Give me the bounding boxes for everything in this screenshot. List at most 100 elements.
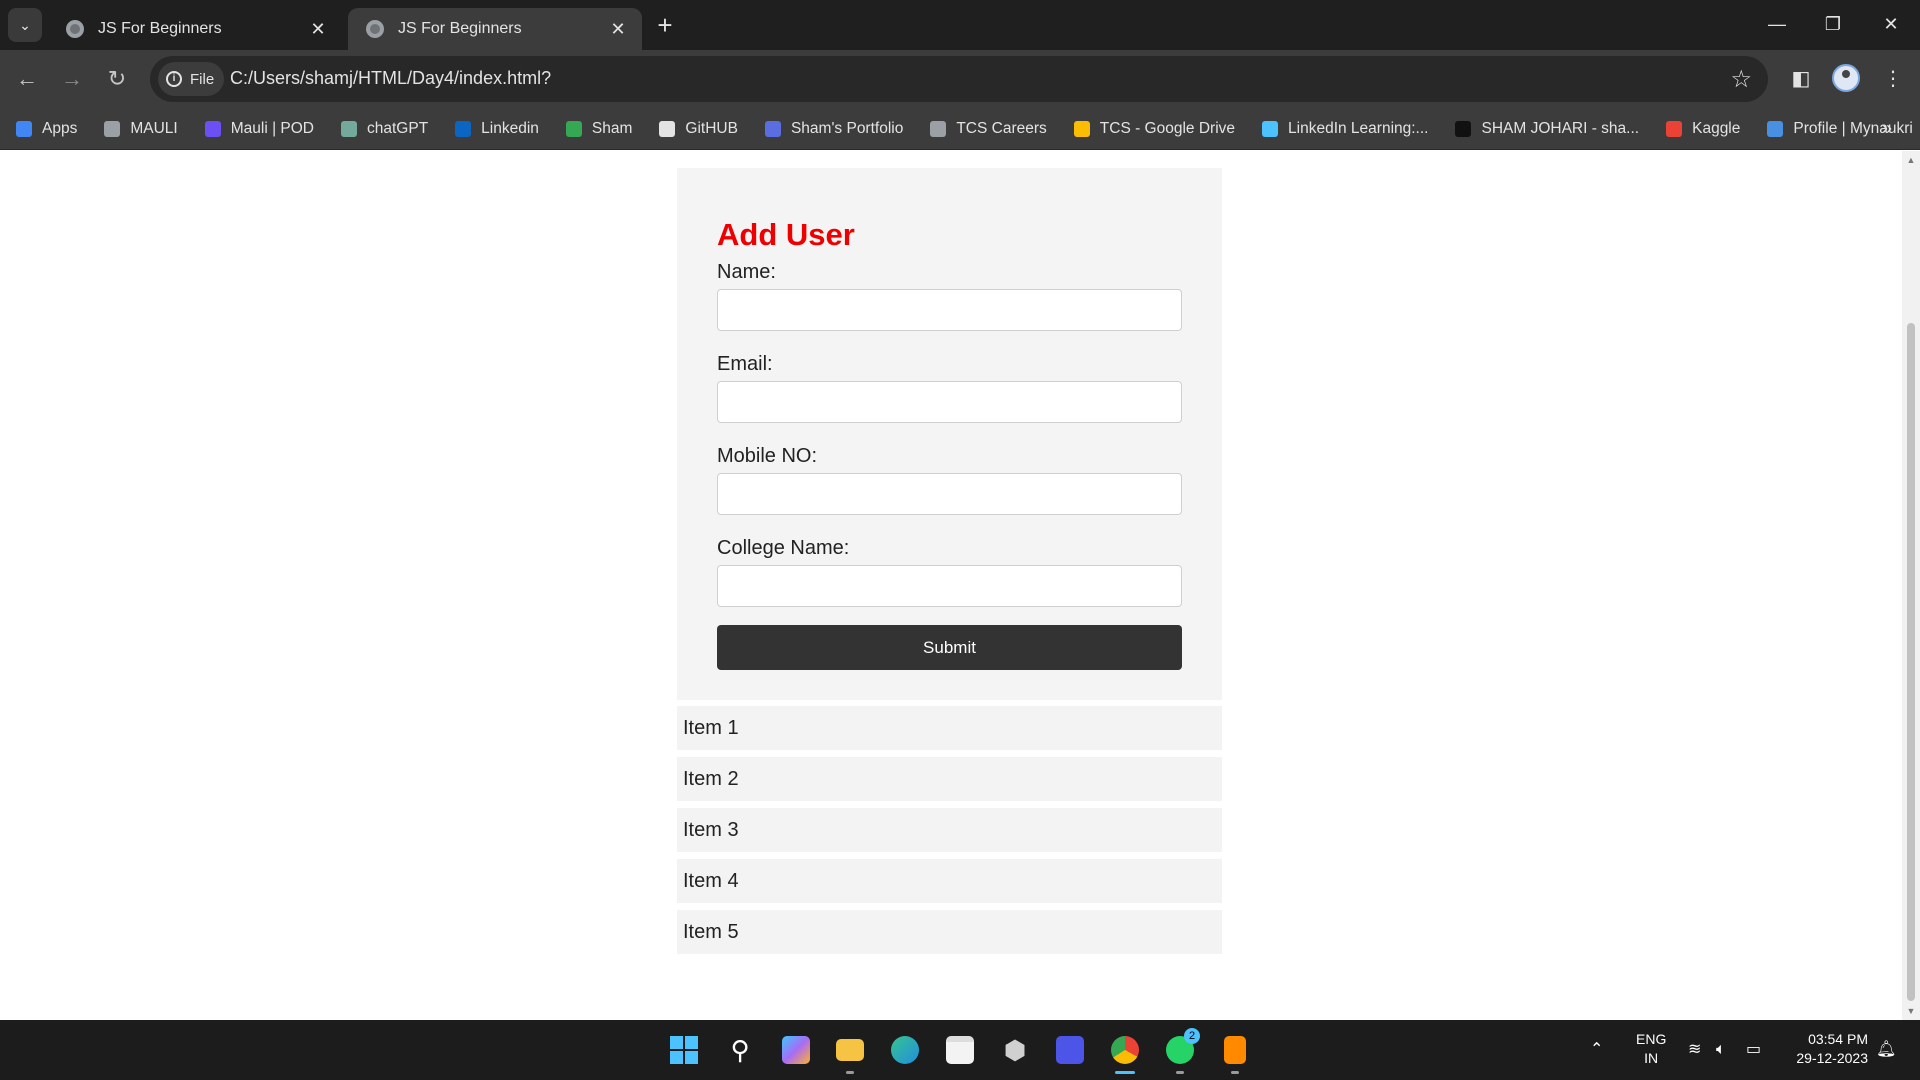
bookmark-label: Kaggle — [1692, 119, 1741, 137]
address-url[interactable]: C:/Users/shamj/HTML/Day4/index.html? — [230, 68, 551, 89]
profile-avatar[interactable] — [1832, 64, 1860, 92]
linkedin-learning-icon — [1262, 120, 1279, 137]
bookmark-item[interactable]: LinkedIn Learning:... — [1262, 120, 1428, 138]
bookmark-item[interactable]: SHAM JOHARI - sha... — [1455, 120, 1639, 138]
name-input[interactable] — [717, 289, 1182, 331]
globe-icon — [66, 20, 84, 38]
globe-icon — [366, 20, 384, 38]
reload-icon: ↻ — [107, 66, 127, 91]
clock[interactable]: 03:54 PM 29-12-2023 — [1784, 1030, 1868, 1070]
browser-tab-2[interactable]: JS For Beginners ✕ — [348, 8, 642, 50]
address-bar[interactable]: i File C:/Users/shamj/HTML/Day4/index.ht… — [150, 56, 1768, 102]
bookmark-item[interactable]: Sham's Portfolio — [764, 119, 904, 138]
tray-overflow-icon[interactable]: ⌃ — [1590, 1020, 1603, 1080]
close-icon[interactable]: ✕ — [608, 19, 628, 40]
language-label: ENG — [1636, 1031, 1667, 1047]
scroll-thumb[interactable] — [1907, 323, 1915, 1001]
language-indicator[interactable]: ENG IN — [1636, 1030, 1666, 1070]
whatsapp-app[interactable]: 2 — [1160, 1028, 1200, 1074]
copilot-icon — [782, 1036, 810, 1064]
submit-button[interactable]: Submit — [717, 625, 1182, 670]
close-window-button[interactable]: ✕ — [1866, 6, 1916, 42]
tab-search-button[interactable]: ⌄ — [8, 8, 42, 42]
bookmark-label: TCS - Google Drive — [1099, 119, 1236, 137]
store-app[interactable] — [940, 1030, 980, 1070]
battery-icon[interactable]: ▭ — [1746, 1020, 1761, 1080]
bookmark-label: GitHUB — [685, 119, 738, 137]
bookmark-item[interactable]: TCS - Google Drive — [1073, 119, 1236, 138]
chevron-down-icon: ⌄ — [19, 16, 31, 33]
wifi-icon[interactable]: ≋ — [1688, 1020, 1701, 1080]
list-item: Item 3 — [677, 808, 1222, 852]
site-info-label: File — [190, 70, 215, 88]
start-button[interactable] — [664, 1030, 704, 1070]
bookmark-label: MAULI — [130, 119, 178, 137]
bookmark-label: Linkedin — [481, 119, 539, 137]
bookmark-item[interactable]: GitHUB — [659, 120, 738, 138]
naukri-icon — [1767, 120, 1784, 137]
bookmark-item[interactable]: chatGPT — [341, 120, 428, 138]
globe-icon — [104, 120, 121, 137]
bookmarks-overflow-icon[interactable]: » — [1882, 118, 1892, 139]
name-label: Name: — [717, 261, 776, 283]
windows-taskbar: ⚲ ⬢ 2 ⌃ ENG IN ≋ 🔈︎ ▭ 03:54 PM 29-12-202… — [0, 1020, 1920, 1080]
more-menu-icon[interactable]: ⋮ — [1876, 62, 1910, 96]
minimize-button[interactable]: — — [1752, 6, 1802, 42]
bookmark-label: SHAM JOHARI - sha... — [1481, 119, 1640, 137]
bookmark-item[interactable]: Sham — [565, 120, 632, 138]
scroll-down-arrow-icon[interactable]: ▼ — [1906, 1006, 1916, 1016]
scroll-up-arrow-icon[interactable]: ▲ — [1906, 155, 1916, 165]
back-button[interactable]: ← — [10, 62, 44, 96]
list-item: Item 4 — [677, 859, 1222, 903]
notification-bell-icon[interactable]: 🔔︎ — [1876, 1020, 1896, 1080]
college-label: College Name: — [717, 537, 850, 559]
bookmark-star-icon[interactable]: ☆ — [1730, 65, 1752, 94]
sublime-text-app[interactable] — [1215, 1030, 1255, 1074]
edge-app[interactable] — [885, 1030, 925, 1070]
folder-icon — [836, 1039, 864, 1061]
google-icon — [1666, 120, 1683, 137]
bookmark-item[interactable]: TCS Careers — [930, 120, 1047, 138]
email-input[interactable] — [717, 381, 1182, 423]
openai-icon — [341, 120, 357, 137]
bookmark-label: chatGPT — [367, 119, 429, 137]
apps-grid-icon — [16, 120, 32, 137]
chrome-app[interactable] — [1105, 1030, 1145, 1074]
bookmark-label: Mauli | POD — [230, 119, 314, 137]
restore-button[interactable]: ❐ — [1808, 6, 1858, 42]
bookmark-item[interactable]: MAULI — [104, 119, 178, 138]
reload-button[interactable]: ↻ — [100, 62, 134, 96]
bookmark-item[interactable]: Linkedin — [455, 120, 539, 138]
volume-icon[interactable]: 🔈︎ — [1716, 1020, 1726, 1080]
clock-date: 29-12-2023 — [1796, 1050, 1868, 1066]
item-list: Item 1 Item 2 Item 3 Item 4 Item 5 — [677, 706, 1222, 961]
page-viewport: Add User Name: Email: Mobile NO: College… — [0, 151, 1902, 1020]
add-user-form: Add User Name: Email: Mobile NO: College… — [677, 168, 1222, 700]
copilot-app[interactable] — [776, 1030, 816, 1070]
bookmark-item[interactable]: Apps — [16, 120, 77, 138]
mobile-input[interactable] — [717, 473, 1182, 515]
arrow-left-icon: ← — [16, 66, 38, 91]
browser-toolbar: ← → ↻ i File C:/Users/shamj/HTML/Day4/in… — [0, 50, 1920, 108]
search-button[interactable]: ⚲ — [720, 1030, 760, 1070]
file-explorer-app[interactable] — [830, 1030, 870, 1074]
close-icon[interactable]: ✕ — [308, 19, 328, 40]
browser-tab-1[interactable]: JS For Beginners ✕ — [48, 8, 342, 50]
google-drive-icon — [565, 120, 582, 137]
new-tab-button[interactable]: + — [650, 10, 680, 40]
browser-tab-strip: ⌄ JS For Beginners ✕ JS For Beginners ✕ … — [0, 0, 1920, 50]
college-input[interactable] — [717, 565, 1182, 607]
list-item: Item 1 — [677, 706, 1222, 750]
notification-badge: 2 — [1184, 1028, 1200, 1044]
linkedin-icon — [455, 120, 472, 137]
unity-app[interactable]: ⬢ — [995, 1030, 1035, 1070]
page-scrollbar[interactable]: ▲ ▼ — [1902, 151, 1920, 1020]
bookmark-label: Sham's Portfolio — [790, 119, 904, 137]
vscode-app[interactable] — [1050, 1030, 1090, 1070]
site-info-chip[interactable]: i File — [158, 62, 225, 96]
bookmark-item[interactable]: Mauli | POD — [204, 119, 314, 138]
forward-button[interactable]: → — [55, 62, 89, 96]
side-panel-icon[interactable]: ◧ — [1784, 62, 1818, 96]
bookmark-item[interactable]: Kaggle — [1666, 120, 1740, 138]
tab-title: JS For Beginners — [98, 20, 222, 37]
